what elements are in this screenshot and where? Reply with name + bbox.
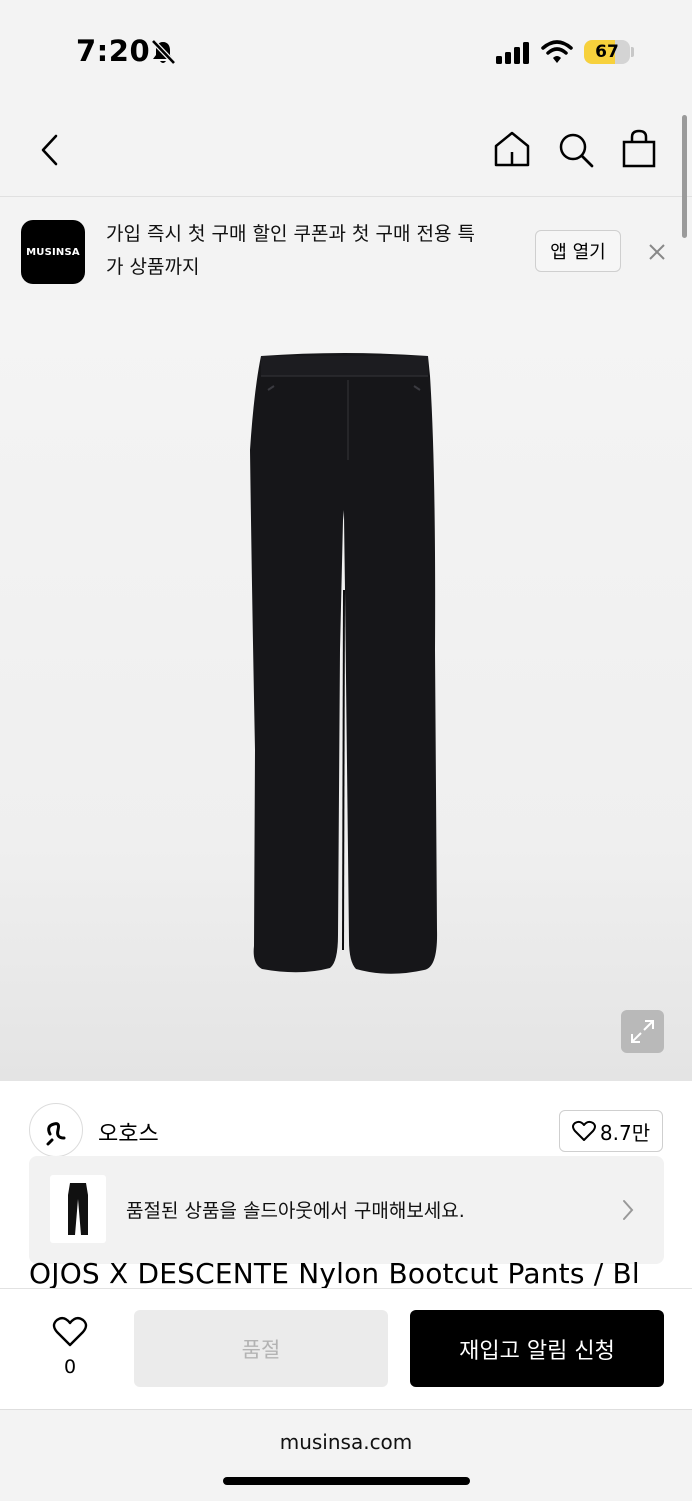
wishlist-heart-icon[interactable] bbox=[52, 1316, 88, 1348]
browser-url[interactable]: musinsa.com bbox=[0, 1430, 692, 1454]
brand-like-count: 8.7만 bbox=[599, 1120, 651, 1145]
pants-thumbnail-image bbox=[68, 1183, 88, 1235]
wifi-icon bbox=[541, 40, 573, 63]
home-icon[interactable] bbox=[493, 130, 531, 168]
battery-cap bbox=[631, 47, 634, 57]
chevron-right-icon bbox=[623, 1200, 634, 1220]
scrollbar[interactable] bbox=[682, 115, 687, 238]
status-time: 7:20 bbox=[76, 34, 151, 68]
musinsa-logo: MUSINSA bbox=[21, 220, 85, 284]
brand-logo-icon bbox=[46, 1122, 66, 1146]
wishlist-count: 0 bbox=[63, 1356, 77, 1378]
app-promo-text: 가입 즉시 첫 구매 할인 쿠폰과 첫 구매 전용 특 가 상품까지 bbox=[106, 218, 524, 284]
home-indicator bbox=[223, 1477, 470, 1485]
expand-image-button[interactable] bbox=[621, 1010, 664, 1053]
back-icon[interactable] bbox=[38, 133, 62, 167]
header-divider bbox=[0, 196, 692, 197]
brand-name[interactable]: 오호스 bbox=[98, 1116, 159, 1148]
battery-indicator: 67 bbox=[584, 40, 630, 64]
app-promo-line-2: 가 상품까지 bbox=[106, 256, 200, 278]
search-icon[interactable] bbox=[557, 131, 595, 169]
heart-outline-icon bbox=[571, 1120, 596, 1141]
battery-percent: 67 bbox=[595, 42, 619, 62]
soldout-button[interactable]: 품절 bbox=[134, 1310, 388, 1387]
soldout-thumbnail bbox=[50, 1175, 106, 1243]
product-image-pants[interactable] bbox=[248, 350, 440, 978]
product-title: OJOS X DESCENTE Nylon Bootcut Pants / Bl bbox=[29, 1257, 640, 1290]
silent-bell-icon bbox=[151, 39, 176, 65]
soldout-notice: 품절된 상품을 솔드아웃에서 구매해보세요. bbox=[126, 1200, 465, 1222]
restock-alert-button[interactable]: 재입고 알림 신청 bbox=[410, 1310, 664, 1387]
browser-address-bar[interactable] bbox=[0, 1409, 692, 1501]
brand-avatar[interactable] bbox=[29, 1103, 83, 1157]
bag-icon[interactable] bbox=[621, 128, 657, 168]
close-icon[interactable] bbox=[647, 242, 667, 262]
cellular-signal-icon bbox=[496, 42, 529, 64]
open-app-button[interactable]: 앱 열기 bbox=[535, 230, 621, 272]
brand-like-button[interactable]: 8.7만 bbox=[559, 1110, 663, 1152]
expand-icon bbox=[631, 1020, 654, 1043]
app-promo-line-1: 가입 즉시 첫 구매 할인 쿠폰과 첫 구매 전용 특 bbox=[106, 223, 475, 245]
